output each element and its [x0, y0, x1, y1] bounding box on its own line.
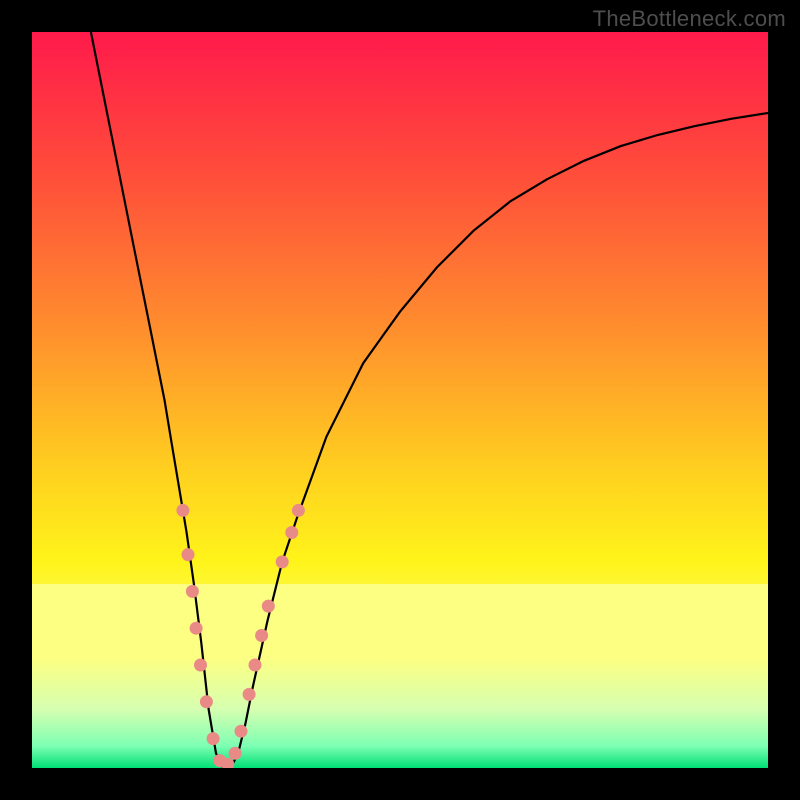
curve-marker — [255, 629, 268, 642]
plot-area — [32, 32, 768, 768]
curve-marker — [285, 526, 298, 539]
curve-marker — [194, 659, 207, 672]
curve-marker — [200, 695, 213, 708]
curve-marker — [207, 732, 220, 745]
curve-marker — [190, 622, 203, 635]
curve-marker — [243, 688, 256, 701]
curve-marker — [235, 725, 248, 738]
curve-marker — [176, 504, 189, 517]
curve-marker — [182, 548, 195, 561]
chart-frame: TheBottleneck.com — [0, 0, 800, 800]
curve-marker — [292, 504, 305, 517]
curve-marker — [276, 555, 289, 568]
curve-marker — [186, 585, 199, 598]
watermark-text: TheBottleneck.com — [593, 6, 786, 32]
chart-svg — [32, 32, 768, 768]
curve-marker — [229, 747, 242, 760]
curve-marker — [262, 600, 275, 613]
highlight-band — [32, 584, 768, 658]
curve-marker — [249, 659, 262, 672]
